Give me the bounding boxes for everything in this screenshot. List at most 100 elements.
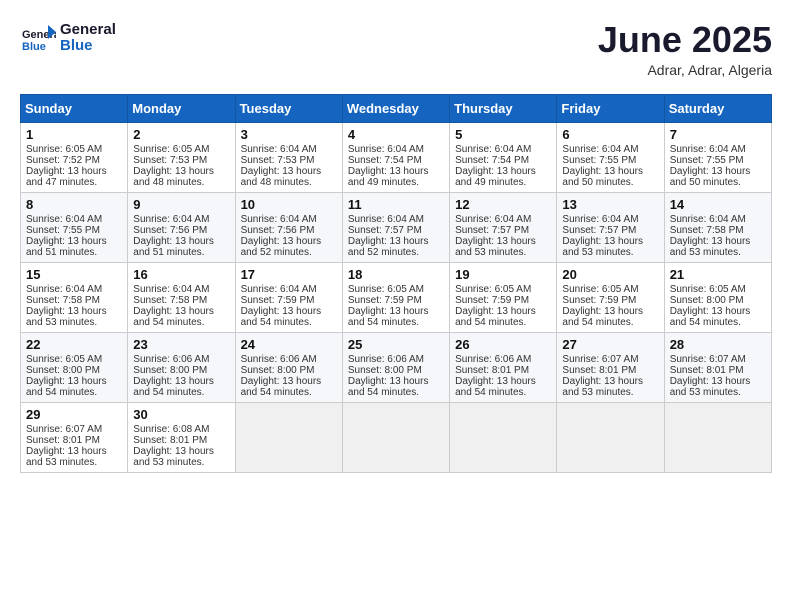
weekday-header-tuesday: Tuesday: [235, 94, 342, 122]
cell-info-line: Sunset: 8:00 PM: [348, 365, 444, 376]
calendar-cell: 4Sunrise: 6:04 AMSunset: 7:54 PMDaylight…: [342, 122, 449, 192]
cell-info-line: Sunrise: 6:05 AM: [133, 144, 229, 155]
cell-info-line: Sunset: 7:55 PM: [562, 155, 658, 166]
calendar-cell: 20Sunrise: 6:05 AMSunset: 7:59 PMDayligh…: [557, 262, 664, 332]
cell-info-line: Daylight: 13 hours: [133, 446, 229, 457]
cell-info-line: Daylight: 13 hours: [455, 166, 551, 177]
cell-info-line: Sunset: 7:59 PM: [241, 295, 337, 306]
logo-icon: General Blue: [20, 20, 56, 56]
cell-info-line: Daylight: 13 hours: [670, 236, 766, 247]
cell-info-line: and 47 minutes.: [26, 177, 122, 188]
cell-info-line: Daylight: 13 hours: [455, 236, 551, 247]
cell-info-line: and 50 minutes.: [562, 177, 658, 188]
cell-info-line: Daylight: 13 hours: [670, 166, 766, 177]
calendar-cell: [235, 402, 342, 472]
cell-info-line: Sunrise: 6:06 AM: [455, 354, 551, 365]
cell-info-line: Daylight: 13 hours: [670, 376, 766, 387]
cell-info-line: Sunset: 8:01 PM: [133, 435, 229, 446]
calendar-cell: 30 Sunrise: 6:08 AMSunset: 8:01 PMDayligh…: [128, 402, 235, 472]
cell-info-line: Daylight: 13 hours: [133, 236, 229, 247]
cell-info-line: Sunrise: 6:04 AM: [562, 214, 658, 225]
cell-info-line: Sunrise: 6:07 AM: [670, 354, 766, 365]
cell-info-line: Sunset: 7:52 PM: [26, 155, 122, 166]
cell-info-line: Sunset: 7:54 PM: [455, 155, 551, 166]
cell-info-line: Sunset: 7:59 PM: [455, 295, 551, 306]
calendar-cell: 14Sunrise: 6:04 AMSunset: 7:58 PMDayligh…: [664, 192, 771, 262]
cell-info-line: Sunrise: 6:04 AM: [455, 214, 551, 225]
calendar-cell: 26Sunrise: 6:06 AMSunset: 8:01 PMDayligh…: [450, 332, 557, 402]
cell-info-line: Daylight: 13 hours: [241, 166, 337, 177]
calendar-week-row: 29Sunrise: 6:07 AMSunset: 8:01 PMDayligh…: [21, 402, 772, 472]
day-number: 6: [562, 127, 658, 142]
calendar-cell: 15Sunrise: 6:04 AMSunset: 7:58 PMDayligh…: [21, 262, 128, 332]
day-number: 9: [133, 197, 229, 212]
cell-info-line: Sunrise: 6:05 AM: [26, 144, 122, 155]
cell-info-line: Sunset: 7:58 PM: [133, 295, 229, 306]
cell-info-line: Daylight: 13 hours: [133, 306, 229, 317]
cell-info-line: Sunrise: 6:04 AM: [241, 284, 337, 295]
day-number: 7: [670, 127, 766, 142]
day-number: 20: [562, 267, 658, 282]
weekday-header-monday: Monday: [128, 94, 235, 122]
cell-info-line: Sunrise: 6:04 AM: [562, 144, 658, 155]
cell-info-line: Daylight: 13 hours: [562, 306, 658, 317]
cell-info-line: and 54 minutes.: [670, 317, 766, 328]
cell-info-line: and 54 minutes.: [241, 387, 337, 398]
cell-info-line: Daylight: 13 hours: [348, 236, 444, 247]
cell-info-line: and 53 minutes.: [133, 457, 229, 468]
cell-info-line: Daylight: 13 hours: [241, 236, 337, 247]
calendar-cell: 2Sunrise: 6:05 AMSunset: 7:53 PMDaylight…: [128, 122, 235, 192]
cell-info-line: Sunrise: 6:05 AM: [562, 284, 658, 295]
calendar-week-row: 22Sunrise: 6:05 AMSunset: 8:00 PMDayligh…: [21, 332, 772, 402]
cell-info-line: and 54 minutes.: [455, 317, 551, 328]
calendar-cell: 17Sunrise: 6:04 AMSunset: 7:59 PMDayligh…: [235, 262, 342, 332]
cell-info-line: and 54 minutes.: [26, 387, 122, 398]
cell-info-line: and 54 minutes.: [562, 317, 658, 328]
calendar-cell: 10Sunrise: 6:04 AMSunset: 7:56 PMDayligh…: [235, 192, 342, 262]
cell-info-line: Daylight: 13 hours: [133, 376, 229, 387]
day-number: 19: [455, 267, 551, 282]
calendar-cell: 22Sunrise: 6:05 AMSunset: 8:00 PMDayligh…: [21, 332, 128, 402]
cell-info-line: Daylight: 13 hours: [241, 306, 337, 317]
cell-info-line: Sunset: 8:01 PM: [455, 365, 551, 376]
cell-info-line: and 53 minutes.: [562, 247, 658, 258]
cell-info-line: Daylight: 13 hours: [26, 166, 122, 177]
cell-info-line: Sunrise: 6:06 AM: [241, 354, 337, 365]
cell-info-line: Sunrise: 6:04 AM: [133, 214, 229, 225]
day-number: 11: [348, 197, 444, 212]
calendar-cell: [664, 402, 771, 472]
cell-info-line: Sunrise: 6:04 AM: [26, 214, 122, 225]
calendar-cell: 5Sunrise: 6:04 AMSunset: 7:54 PMDaylight…: [450, 122, 557, 192]
day-number: 15: [26, 267, 122, 282]
cell-info-line: Sunrise: 6:08 AM: [133, 424, 229, 435]
day-number: 14: [670, 197, 766, 212]
cell-info-line: and 52 minutes.: [348, 247, 444, 258]
cell-info-line: Sunrise: 6:06 AM: [133, 354, 229, 365]
cell-info-line: and 51 minutes.: [26, 247, 122, 258]
cell-info-line: and 54 minutes.: [455, 387, 551, 398]
day-number: 25: [348, 337, 444, 352]
cell-info-line: Sunrise: 6:04 AM: [241, 214, 337, 225]
cell-info-line: and 53 minutes.: [670, 387, 766, 398]
cell-info-line: Sunset: 7:53 PM: [241, 155, 337, 166]
calendar-cell: [450, 402, 557, 472]
calendar-cell: [342, 402, 449, 472]
weekday-header-sunday: Sunday: [21, 94, 128, 122]
day-number: 28: [670, 337, 766, 352]
calendar-cell: 13Sunrise: 6:04 AMSunset: 7:57 PMDayligh…: [557, 192, 664, 262]
cell-info-line: Daylight: 13 hours: [670, 306, 766, 317]
weekday-header-row: SundayMondayTuesdayWednesdayThursdayFrid…: [21, 94, 772, 122]
day-number: 16: [133, 267, 229, 282]
cell-info-line: Sunset: 8:00 PM: [670, 295, 766, 306]
cell-info-line: Daylight: 13 hours: [26, 376, 122, 387]
calendar-cell: 18Sunrise: 6:05 AMSunset: 7:59 PMDayligh…: [342, 262, 449, 332]
day-number: 23: [133, 337, 229, 352]
calendar-cell: 7Sunrise: 6:04 AMSunset: 7:55 PMDaylight…: [664, 122, 771, 192]
cell-info-line: Sunrise: 6:07 AM: [26, 424, 122, 435]
calendar-cell: 29Sunrise: 6:07 AMSunset: 8:01 PMDayligh…: [21, 402, 128, 472]
day-number: 12: [455, 197, 551, 212]
cell-info-line: Sunset: 8:01 PM: [562, 365, 658, 376]
cell-info-line: Sunset: 7:53 PM: [133, 155, 229, 166]
calendar-cell: 1Sunrise: 6:05 AMSunset: 7:52 PMDaylight…: [21, 122, 128, 192]
day-number: 30: [133, 407, 229, 422]
